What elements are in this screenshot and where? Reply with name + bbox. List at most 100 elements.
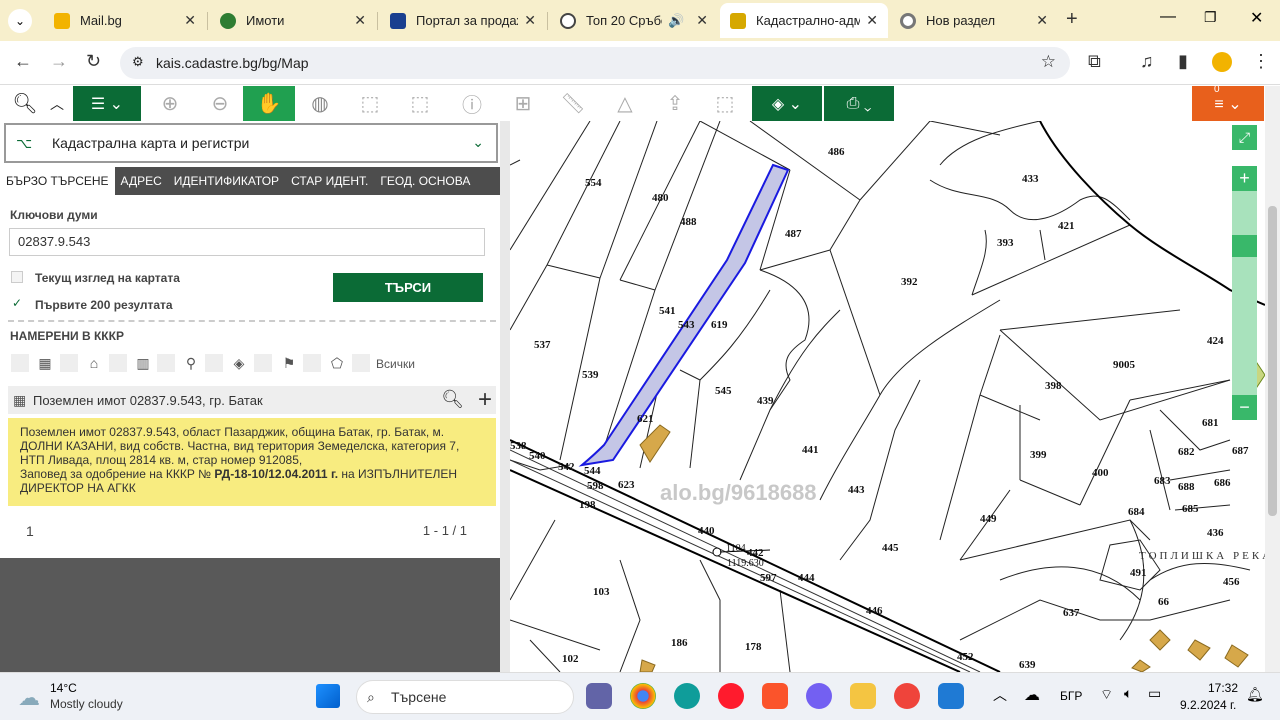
close-icon[interactable]: ✕ <box>696 12 708 29</box>
close-icon[interactable]: ✕ <box>1036 12 1048 29</box>
clock-time[interactable]: 17:32 <box>1208 681 1238 695</box>
close-icon[interactable]: ✕ <box>524 12 536 29</box>
site-info-icon[interactable]: ⚙ <box>132 54 144 70</box>
close-icon[interactable]: ✕ <box>866 12 878 29</box>
add-result-icon[interactable]: + <box>478 386 492 414</box>
first-200-checkbox[interactable]: ✓ <box>12 296 22 310</box>
media-control-icon[interactable]: ♫ <box>1140 51 1154 72</box>
new-tab-button[interactable]: + <box>1066 8 1078 31</box>
pin-icon[interactable]: ⚲ <box>182 354 200 372</box>
zoom-to-result-icon[interactable]: 🔍︎ <box>441 389 464 410</box>
tab-imoti[interactable]: Имоти ✕ <box>210 3 376 38</box>
layer-select[interactable]: ⌥ Кадастрална карта и регистри ⌄ <box>4 123 498 163</box>
tray-overflow-icon[interactable]: ︿ <box>993 685 1007 705</box>
current-view-checkbox[interactable] <box>11 271 23 283</box>
layers-button[interactable]: ☰ ⌄ <box>73 86 141 121</box>
tab-old-identifier[interactable]: СТАР ИДЕНТ. <box>285 167 374 195</box>
photos-icon[interactable] <box>938 683 964 709</box>
panel-splitter[interactable] <box>500 121 510 672</box>
restore-button[interactable]: ❐ <box>1204 9 1217 26</box>
notifications-button[interactable]: ≡ ⌄ 0 <box>1192 84 1264 121</box>
edge-icon[interactable] <box>674 683 700 709</box>
language-indicator[interactable]: БГР <box>1060 689 1082 703</box>
layers-icon[interactable]: ◈ <box>230 354 248 372</box>
chrome-icon[interactable] <box>630 683 656 709</box>
tab-identifier[interactable]: ИДЕНТИФИКАТОР <box>168 167 285 195</box>
tab-new[interactable]: Нов раздел ✕ <box>890 3 1058 38</box>
tab-mail[interactable]: Mail.bg ✕ <box>44 3 206 38</box>
side-panel-icon[interactable]: ▮ <box>1178 51 1188 72</box>
keywords-input[interactable]: 02837.9.543 <box>9 228 485 256</box>
page-number[interactable]: 1 <box>26 523 34 539</box>
start-windows-icon[interactable] <box>316 684 340 708</box>
filter-checkbox[interactable] <box>60 354 78 372</box>
file-explorer-icon[interactable] <box>850 683 876 709</box>
filter-checkbox[interactable] <box>303 354 321 372</box>
volume-icon[interactable]: 🔈︎ <box>1124 685 1132 702</box>
battery-icon[interactable]: ▭ <box>1148 685 1161 702</box>
zoom-out-icon[interactable]: ⊖ <box>205 86 235 121</box>
info-icon[interactable]: ⓘ <box>457 86 487 121</box>
close-icon[interactable]: ✕ <box>354 12 366 29</box>
forward-arrow-icon[interactable]: → <box>50 51 68 72</box>
building-icon[interactable]: ▥ <box>134 354 152 372</box>
select-area-icon[interactable]: ⬚ <box>710 86 740 121</box>
tab-geodetic-base[interactable]: ГЕОД. ОСНОВА <box>374 167 476 195</box>
teams-icon[interactable] <box>586 683 612 709</box>
map-canvas[interactable]: 486 433 554 480 488 487 421 393 392 541 … <box>510 121 1265 672</box>
tab-quick-search[interactable]: БЪРЗО ТЪРСЕНЕ <box>0 167 115 195</box>
globe-icon[interactable]: ◍ <box>305 86 335 121</box>
pan-hand-button[interactable]: ✋ <box>243 86 295 121</box>
taskbar-search[interactable]: ⌕ Търсене <box>356 680 574 714</box>
page-scrollbar[interactable] <box>1265 86 1280 672</box>
brave-icon[interactable] <box>762 683 788 709</box>
upload-icon[interactable]: ⇪ <box>660 86 690 121</box>
close-window-button[interactable]: ✕ <box>1250 8 1263 28</box>
zoom-slider[interactable] <box>1232 191 1257 395</box>
onedrive-icon[interactable]: ☁ <box>1024 685 1040 705</box>
filter-checkbox[interactable] <box>205 354 223 372</box>
zoom-out-button[interactable]: − <box>1232 395 1257 420</box>
filter-checkbox[interactable] <box>11 354 29 372</box>
measure-area-icon[interactable]: △ <box>610 86 640 121</box>
search-tool-button[interactable]: 🔍︎ <box>10 86 40 121</box>
collapse-chevron-icon[interactable]: ︿ <box>46 86 68 121</box>
grid-icon[interactable]: ▦ <box>36 354 54 372</box>
fullscreen-icon[interactable]: ⤢ <box>1232 125 1257 150</box>
wifi-icon[interactable]: ⌔ <box>1100 686 1113 704</box>
chevron-down-icon[interactable]: ⌄ <box>472 134 484 151</box>
search-button[interactable]: ТЪРСИ <box>333 273 483 302</box>
filter-checkbox[interactable] <box>352 354 370 372</box>
polygon-icon[interactable]: ⬠ <box>328 354 346 372</box>
zoom-slider-handle[interactable] <box>1232 235 1257 257</box>
menu-dots-icon[interactable]: ⋮ <box>1252 51 1270 72</box>
zoom-in-button[interactable]: + <box>1232 166 1257 191</box>
notification-bell-icon[interactable]: 🔔︎ <box>1246 686 1264 703</box>
reload-icon[interactable]: ↻ <box>86 51 101 72</box>
filter-checkbox[interactable] <box>254 354 272 372</box>
profile-avatar[interactable] <box>1212 52 1232 72</box>
zoom-box-icon[interactable]: ⬚ <box>355 86 385 121</box>
speaker-icon[interactable]: 🔊 <box>668 13 684 29</box>
print-button[interactable]: ⎙ ⌄ <box>824 86 894 121</box>
filter-checkbox[interactable] <box>109 354 127 372</box>
result-row[interactable]: ▦ Поземлен имот 02837.9.543, гр. Батак 🔍… <box>8 386 496 414</box>
url-input[interactable]: ⚙ kais.cadastre.bg/bg/Map ☆ <box>120 47 1070 79</box>
tab-address[interactable]: АДРЕС <box>115 167 168 195</box>
tab-portal[interactable]: Портал за продаж ✕ <box>380 3 546 38</box>
minimize-button[interactable]: — <box>1160 8 1176 26</box>
clock-date[interactable]: 9.2.2024 г. <box>1180 698 1236 712</box>
coordinates-icon[interactable]: ⊞ <box>508 86 538 121</box>
flag-icon[interactable]: ⚑ <box>280 354 298 372</box>
house-icon[interactable]: ⌂ <box>85 354 103 372</box>
viber-icon[interactable] <box>806 683 832 709</box>
cadastral-map[interactable]: 486 433 554 480 488 487 421 393 392 541 … <box>510 121 1265 672</box>
extensions-icon[interactable]: ⧉ <box>1088 51 1101 72</box>
zoom-in-icon[interactable]: ⊕ <box>155 86 185 121</box>
close-icon[interactable]: ✕ <box>184 12 196 29</box>
bookmark-star-icon[interactable]: ☆ <box>1041 52 1056 72</box>
anydesk-icon[interactable] <box>894 683 920 709</box>
back-arrow-icon[interactable]: ← <box>14 51 32 72</box>
tab-cadastre[interactable]: Кадастрално-адм ✕ <box>720 3 888 38</box>
opera-icon[interactable] <box>718 683 744 709</box>
